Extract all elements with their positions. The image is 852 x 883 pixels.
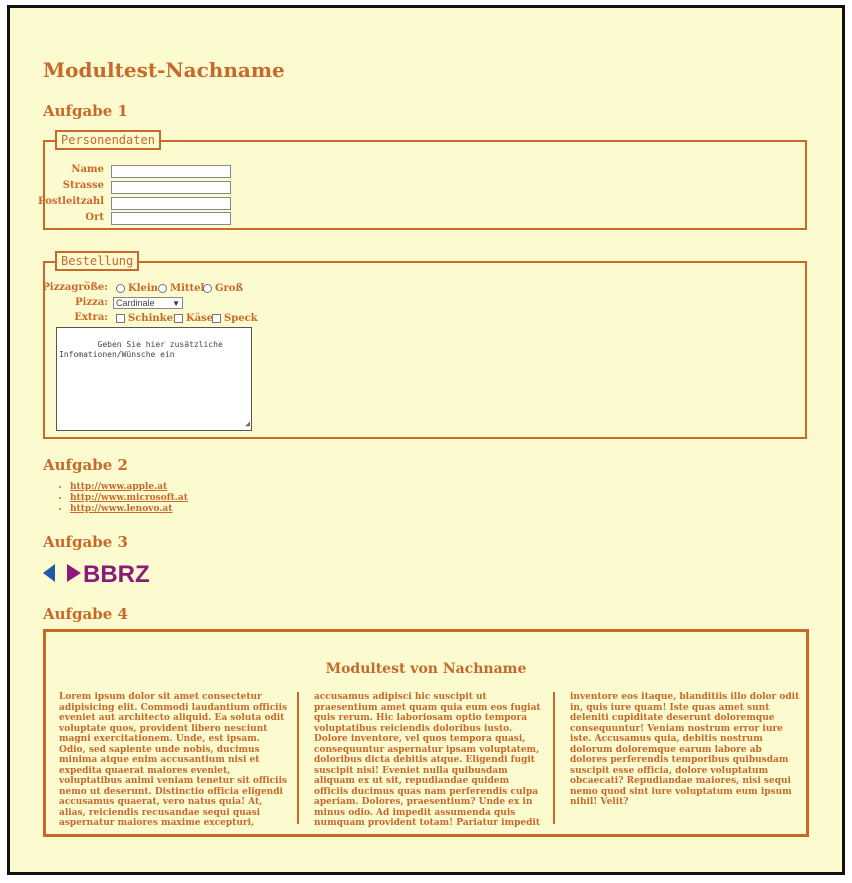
pizza-label: Pizza: xyxy=(75,297,108,308)
logo-left-arrow-icon xyxy=(43,564,55,582)
extra-cheese-label: Käse xyxy=(186,313,214,324)
name-label: Name xyxy=(71,164,104,175)
article-column-2: accusamus adipisci hic suscipit ut praes… xyxy=(314,692,541,828)
street-label: Strasse xyxy=(62,180,104,191)
article-box: Modultest von Nachname Lorem ipsum dolor… xyxy=(43,629,809,837)
size-small-label: Klein xyxy=(128,283,158,294)
city-input[interactable] xyxy=(111,212,231,225)
task-heading-2: Aufgabe 2 xyxy=(43,456,128,474)
checkbox-bacon[interactable] xyxy=(212,314,221,323)
logo-text: BBRZ xyxy=(83,561,150,586)
list-item: http://www.lenovo.at xyxy=(70,504,188,515)
size-radio-small[interactable]: Klein xyxy=(116,283,158,294)
extra-check-cheese[interactable]: Käse xyxy=(174,313,213,324)
street-input[interactable] xyxy=(111,181,231,194)
order-legend: Bestellung xyxy=(55,251,140,271)
zip-label: Postleitzahl xyxy=(38,196,104,207)
notes-placeholder: Geben Sie hier zusätzliche Infomationen/… xyxy=(59,340,223,359)
size-radio-medium[interactable]: Mittel xyxy=(158,283,204,294)
list-item: http://www.apple.at xyxy=(70,482,188,493)
link-lenovo[interactable]: http://www.lenovo.at xyxy=(70,504,172,514)
column-divider xyxy=(297,692,299,824)
article-column-3: inventore eos itaque, blanditiis illo do… xyxy=(570,692,800,807)
task-heading-3: Aufgabe 3 xyxy=(43,533,128,551)
resize-grip-icon[interactable]: ◢ xyxy=(245,419,250,429)
link-microsoft[interactable]: http://www.microsoft.at xyxy=(70,493,188,503)
page-frame: Modultest-Nachname Aufgabe 1 Personendat… xyxy=(7,5,845,875)
personal-data-legend: Personendaten xyxy=(55,130,161,150)
bbrz-logo: BBRZ xyxy=(43,561,150,586)
page-title: Modultest-Nachname xyxy=(43,58,285,82)
column-divider xyxy=(553,692,555,824)
notes-textarea[interactable]: Geben Sie hier zusätzliche Infomationen/… xyxy=(56,327,252,431)
extra-check-bacon[interactable]: Speck xyxy=(212,313,258,324)
link-apple[interactable]: http://www.apple.at xyxy=(70,482,167,492)
order-fieldset: Bestellung Pizzagröße: Klein Mittel Groß… xyxy=(42,251,807,439)
checkbox-cheese[interactable] xyxy=(174,314,183,323)
radio-medium[interactable] xyxy=(158,284,167,293)
extra-label: Extra: xyxy=(74,312,108,323)
name-input[interactable] xyxy=(111,165,231,178)
extra-bacon-label: Speck xyxy=(224,313,258,324)
checkbox-ham[interactable] xyxy=(116,314,125,323)
list-item: http://www.microsoft.at xyxy=(70,493,188,504)
link-list: http://www.apple.at http://www.microsoft… xyxy=(55,482,188,515)
pizza-select-value: Cardinale xyxy=(116,298,155,308)
extra-ham-label: Schinken xyxy=(128,313,181,324)
city-label: Ort xyxy=(85,212,104,223)
extra-check-ham[interactable]: Schinken xyxy=(116,313,180,324)
personal-data-fieldset: Personendaten Name Strasse Postleitzahl … xyxy=(38,130,807,230)
size-large-label: Groß xyxy=(215,283,244,294)
article-column-1: Lorem ipsum dolor sit amet consectetur a… xyxy=(59,692,288,828)
size-medium-label: Mittel xyxy=(170,283,205,294)
task-heading-4: Aufgabe 4 xyxy=(43,605,128,623)
radio-large[interactable] xyxy=(203,284,212,293)
logo-right-arrow-icon xyxy=(67,564,81,582)
zip-input[interactable] xyxy=(111,197,231,210)
article-title: Modultest von Nachname xyxy=(325,661,527,677)
pizza-size-label: Pizzagröße: xyxy=(42,282,108,293)
size-radio-large[interactable]: Groß xyxy=(203,283,243,294)
pizza-select[interactable]: Cardinale ▼ xyxy=(113,297,183,309)
chevron-down-icon: ▼ xyxy=(172,298,180,308)
task-heading-1: Aufgabe 1 xyxy=(43,102,128,120)
radio-small[interactable] xyxy=(116,284,125,293)
